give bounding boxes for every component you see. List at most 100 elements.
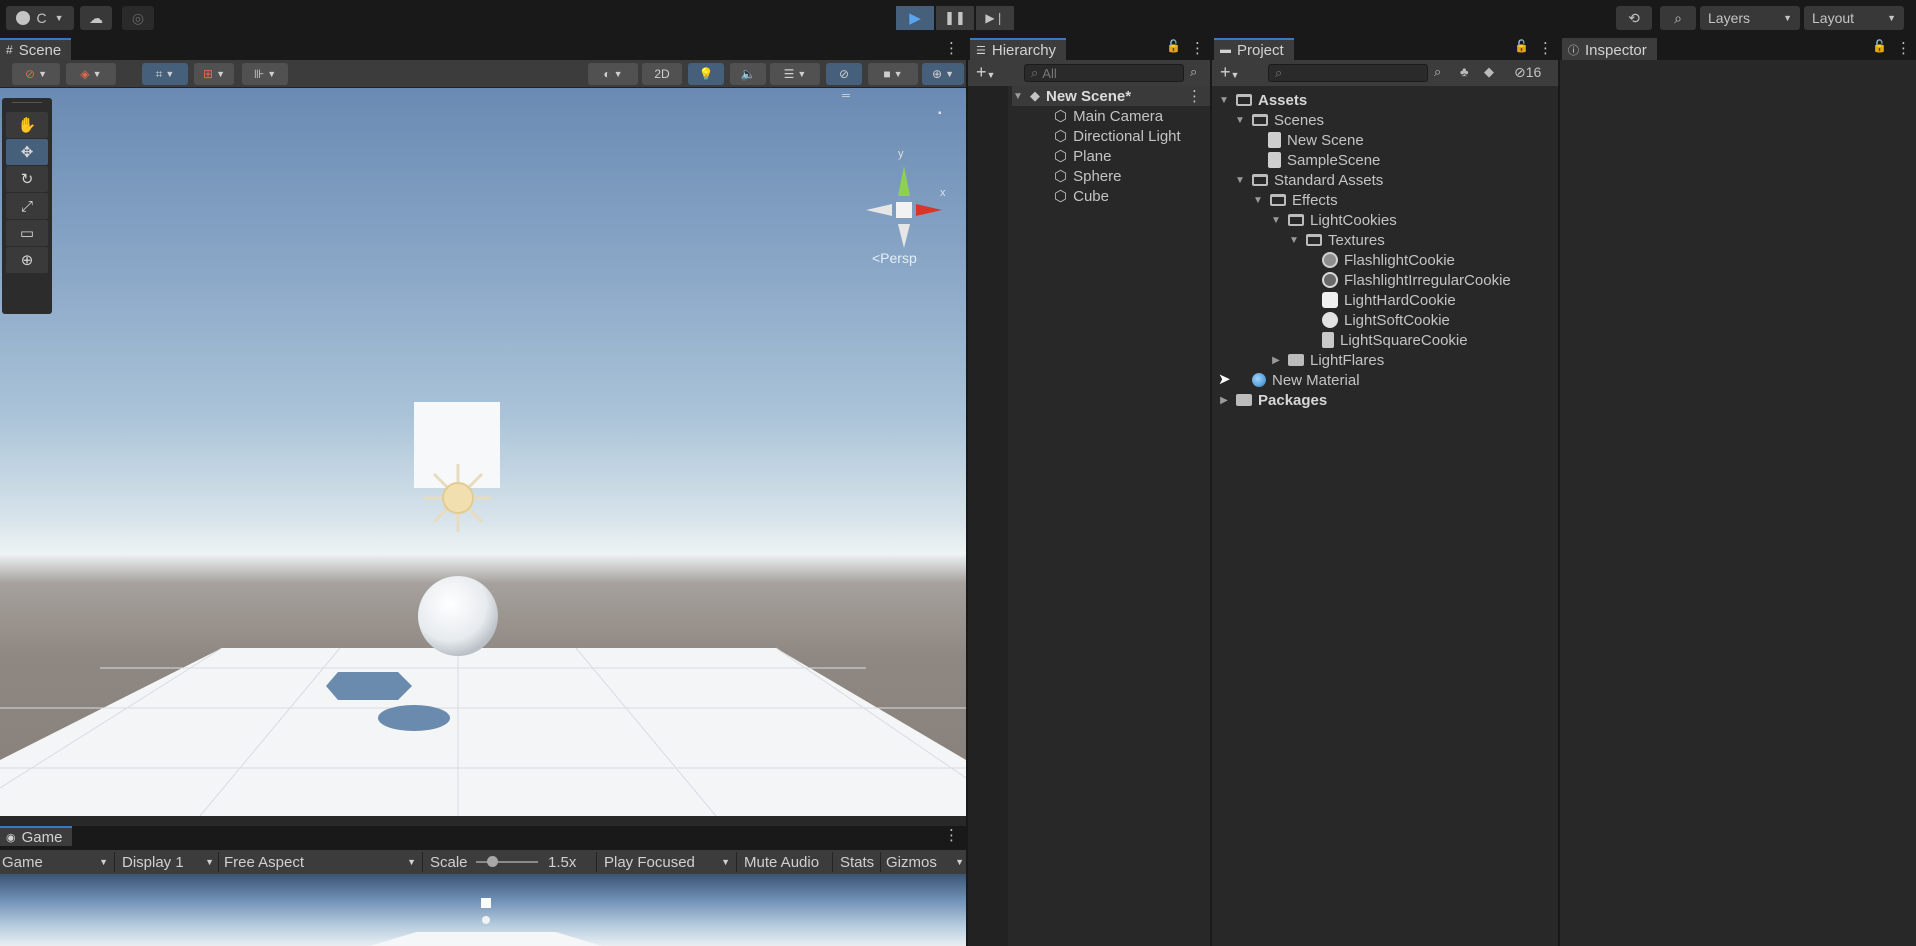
draw-mode-button[interactable]: ⊘ ▼: [12, 63, 60, 85]
tree-file[interactable]: FlashlightCookie: [1322, 250, 1455, 270]
game-viewport[interactable]: [0, 874, 966, 946]
tab-scene[interactable]: # Scene: [0, 38, 72, 60]
tab-game[interactable]: ◉ Game: [0, 826, 73, 846]
tree-file[interactable]: LightSquareCookie: [1322, 330, 1468, 350]
layout-dropdown[interactable]: Layout ▼: [1804, 6, 1904, 30]
tree-file[interactable]: LightHardCookie: [1322, 290, 1456, 310]
kebab-menu-icon[interactable]: ⋮: [944, 826, 959, 844]
kebab-menu-icon[interactable]: ⋮: [1896, 39, 1911, 57]
collapse-arrow-icon[interactable]: ▶: [1218, 395, 1230, 406]
mute-audio-toggle[interactable]: Mute Audio: [742, 850, 821, 874]
hierarchy-item[interactable]: ⬡ Plane: [1054, 146, 1111, 166]
grid-snap-button[interactable]: ⌗ ▼: [142, 63, 188, 85]
add-icon[interactable]: +▼: [1220, 62, 1239, 83]
persp-label[interactable]: <Persp: [872, 250, 917, 266]
display-dropdown[interactable]: Display 1 ▼: [120, 850, 216, 874]
tab-hierarchy[interactable]: ☰ Hierarchy: [970, 38, 1067, 60]
tree-file[interactable]: FlashlightIrregularCookie: [1322, 270, 1511, 290]
hidden-objects-toggle[interactable]: ⊘: [826, 63, 862, 85]
cloud-button[interactable]: ☁: [80, 6, 112, 30]
lock-icon[interactable]: 🔓: [1514, 39, 1529, 53]
expand-arrow-icon[interactable]: ▼: [1218, 95, 1230, 106]
scale-slider-thumb[interactable]: [487, 856, 498, 867]
stats-toggle[interactable]: Stats: [838, 850, 876, 874]
ruler-button[interactable]: ⊪ ▼: [242, 63, 288, 85]
tree-effects[interactable]: ▼ Effects: [1252, 190, 1338, 210]
shading-button[interactable]: ◈ ▼: [66, 63, 116, 85]
hierarchy-item[interactable]: ⬡ Cube: [1054, 186, 1109, 206]
palette-handle[interactable]: [12, 102, 42, 108]
hierarchy-scene-row[interactable]: ▼ ◆ New Scene* ⋮: [1012, 86, 1210, 106]
gizmos-dropdown[interactable]: Gizmos ▼: [884, 850, 966, 874]
hierarchy-item[interactable]: ⬡ Sphere: [1054, 166, 1121, 186]
project-search-input[interactable]: ⌕: [1268, 64, 1428, 82]
search-button[interactable]: ⌕: [1660, 6, 1696, 30]
effects-toggle[interactable]: ☰ ▼: [770, 63, 820, 85]
tree-textures[interactable]: ▼ Textures: [1288, 230, 1385, 250]
tab-project[interactable]: ▬ Project: [1214, 38, 1294, 60]
history-button[interactable]: ⟲: [1616, 6, 1652, 30]
scene-viewport[interactable]: y x <Persp ═ ▪ ✋ ✥ ↻ ⤢ ▭ ⊕: [0, 88, 966, 816]
add-icon[interactable]: +▼: [976, 62, 995, 83]
expand-arrow-icon[interactable]: ▼: [1252, 195, 1264, 206]
hierarchy-item[interactable]: ⬡ Main Camera: [1054, 106, 1163, 126]
tree-new-material[interactable]: New Material: [1252, 370, 1360, 390]
hierarchy-search-input[interactable]: ⌕ All: [1024, 64, 1184, 82]
layers-dropdown[interactable]: Layers ▼: [1700, 6, 1800, 30]
pause-button[interactable]: ❚❚: [936, 6, 974, 30]
tree-packages[interactable]: ▶ Packages: [1218, 390, 1327, 410]
move-tool[interactable]: ✥: [6, 139, 48, 165]
tree-file[interactable]: New Scene: [1268, 130, 1364, 150]
tree-file[interactable]: LightSoftCookie: [1322, 310, 1450, 330]
step-button[interactable]: ▶❘: [976, 6, 1014, 30]
transform-tool[interactable]: ⊕: [6, 247, 48, 273]
tree-lightcookies[interactable]: ▼ LightCookies: [1270, 210, 1397, 230]
hand-tool[interactable]: ✋: [6, 112, 48, 138]
kebab-menu-icon[interactable]: ⋮: [1187, 87, 1202, 105]
kebab-menu-icon[interactable]: ⋮: [1190, 39, 1205, 57]
tab-inspector[interactable]: ⓘ Inspector: [1562, 38, 1657, 60]
tree-assets[interactable]: ▼ Assets: [1218, 90, 1307, 110]
play-button[interactable]: ▶: [896, 6, 934, 30]
scale-value: 1.5x: [548, 853, 577, 871]
aspect-dropdown[interactable]: Free Aspect ▼: [222, 850, 418, 874]
lock-icon[interactable]: 🔓: [1166, 39, 1181, 53]
expand-arrow-icon[interactable]: ▼: [1270, 215, 1282, 226]
increment-snap-button[interactable]: ⊞ ▼: [194, 63, 234, 85]
scale-slider-track[interactable]: [476, 861, 538, 863]
camera-button[interactable]: ■ ▼: [868, 63, 918, 85]
render-mode-button[interactable]: ◐ ▼: [588, 63, 638, 85]
tree-standard-assets[interactable]: ▼ Standard Assets: [1234, 170, 1383, 190]
account-dropdown[interactable]: C ▼: [6, 6, 74, 30]
hidden-packages-toggle[interactable]: ⊘16: [1514, 64, 1541, 81]
search-filter-icon[interactable]: ⌕: [1190, 64, 1197, 80]
lock-icon[interactable]: ▪: [938, 108, 942, 119]
gizmos-button[interactable]: ⊕ ▼: [922, 63, 964, 85]
scale-tool[interactable]: ⤢: [6, 193, 48, 219]
expand-arrow-icon[interactable]: ▼: [1234, 115, 1246, 126]
hierarchy-item[interactable]: ⬡ Directional Light: [1054, 126, 1181, 146]
2d-toggle[interactable]: 2D: [642, 63, 682, 85]
search-filter-icon[interactable]: ⌕: [1434, 64, 1441, 80]
tree-lightflares[interactable]: ▶ LightFlares: [1270, 350, 1384, 370]
audio-toggle[interactable]: 🔈: [730, 63, 766, 85]
tree-scenes[interactable]: ▼ Scenes: [1234, 110, 1324, 130]
play-focused-dropdown[interactable]: Play Focused ▼: [602, 850, 732, 874]
expand-arrow-icon[interactable]: ▼: [1234, 175, 1246, 186]
filter-type-icon[interactable]: ♣: [1460, 64, 1469, 79]
game-view-dropdown[interactable]: Game ▼: [0, 850, 110, 874]
viewport-menu-icon[interactable]: ═: [842, 90, 850, 102]
label-icon[interactable]: ◆: [1484, 64, 1494, 80]
rect-tool[interactable]: ▭: [6, 220, 48, 246]
collab-button[interactable]: ◎: [122, 6, 154, 30]
collapse-arrow-icon[interactable]: ▶: [1270, 355, 1282, 366]
lock-icon[interactable]: 🔓: [1872, 39, 1887, 53]
lighting-toggle[interactable]: 💡: [688, 63, 724, 85]
rotate-tool[interactable]: ↻: [6, 166, 48, 192]
game-toolbar: Game ▼ Display 1 ▼ Free Aspect ▼ Scale 1…: [0, 850, 966, 874]
kebab-menu-icon[interactable]: ⋮: [944, 39, 959, 57]
kebab-menu-icon[interactable]: ⋮: [1538, 39, 1553, 57]
tree-file[interactable]: SampleScene: [1268, 150, 1380, 170]
expand-arrow-icon[interactable]: ▼: [1288, 235, 1300, 246]
expand-arrow-icon[interactable]: ▼: [1012, 91, 1024, 102]
